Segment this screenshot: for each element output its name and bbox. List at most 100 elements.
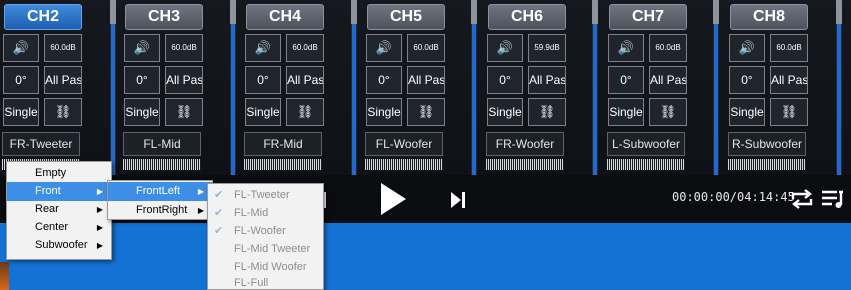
fader-knob[interactable] (592, 0, 598, 24)
fader-level (593, 24, 597, 175)
channel-fader[interactable] (471, 0, 477, 175)
phase-button[interactable]: 0° (124, 66, 160, 94)
fader-knob[interactable] (836, 0, 842, 24)
filter-button[interactable]: All Pass (407, 66, 445, 94)
mute-button[interactable]: 🔊 (487, 34, 523, 62)
menu-item-rear[interactable]: Rear ▶ (7, 200, 111, 219)
channel-header[interactable]: CH5 (367, 4, 445, 30)
menu-item-frontleft[interactable]: FrontLeft ▶ (108, 182, 212, 201)
channel-fader[interactable] (230, 0, 236, 175)
level-meter (607, 159, 685, 170)
filter-button[interactable]: All Pass (528, 66, 566, 94)
gain-value[interactable]: 59.9dB (528, 34, 566, 62)
link-button[interactable]: ⛓ (165, 98, 203, 126)
channel-header[interactable]: CH7 (609, 4, 687, 30)
fader-knob[interactable] (230, 0, 236, 24)
fader-knob[interactable] (351, 0, 357, 24)
phase-button[interactable]: 0° (245, 66, 281, 94)
phase-button[interactable]: 0° (608, 66, 644, 94)
menu-item-fl-mid-woofer[interactable]: FL-Mid Woofer (208, 258, 323, 277)
menu-item-center[interactable]: Center ▶ (7, 218, 111, 237)
phase-button[interactable]: 0° (366, 66, 402, 94)
menu-item-fl-mid[interactable]: ✔ FL-Mid (208, 204, 323, 223)
mode-button[interactable]: Single (487, 98, 523, 126)
speaker-assignment-button[interactable]: FL-Mid (123, 132, 201, 156)
mode-button[interactable]: Single (124, 98, 160, 126)
mute-button[interactable]: 🔊 (245, 34, 281, 62)
channel-header[interactable]: CH6 (488, 4, 566, 30)
mode-button[interactable]: Single (608, 98, 644, 126)
channel-header[interactable]: CH8 (730, 4, 808, 30)
fader-level (837, 24, 841, 175)
gain-value[interactable]: 60.0dB (165, 34, 203, 62)
submenu-arrow-icon: ▶ (96, 205, 103, 214)
link-button[interactable]: ⛓ (649, 98, 687, 126)
speaker-assignment-button[interactable]: FR-Woofer (486, 132, 564, 156)
level-meter (244, 159, 322, 170)
menu-item-fl-full[interactable]: FL-Full (208, 276, 323, 290)
speaker-assignment-button[interactable]: R-Subwoofer (728, 132, 806, 156)
link-button[interactable]: ⛓ (528, 98, 566, 126)
mute-button[interactable]: 🔊 (124, 34, 160, 62)
channel-fader[interactable] (592, 0, 598, 175)
fader-knob[interactable] (471, 0, 477, 24)
link-icon: ⛓ (780, 104, 798, 119)
speaker-assignment-button[interactable]: FR-Mid (244, 132, 322, 156)
link-button[interactable]: ⛓ (286, 98, 324, 126)
channel-header[interactable]: CH4 (246, 4, 324, 30)
fader-level (472, 24, 476, 175)
skip-back-icon[interactable] (322, 190, 336, 210)
channel-fader[interactable] (713, 0, 719, 175)
filter-button[interactable]: All Pass (44, 66, 82, 94)
menu-item-fl-mid-tweeter[interactable]: FL-Mid Tweeter (208, 240, 323, 259)
gain-value[interactable]: 60.0dB (649, 34, 687, 62)
filter-button[interactable]: All Pass (286, 66, 324, 94)
mute-button[interactable]: 🔊 (729, 34, 765, 62)
phase-button[interactable]: 0° (729, 66, 765, 94)
play-icon[interactable] (379, 182, 407, 216)
filter-button[interactable]: All Pass (649, 66, 687, 94)
menu-item-frontright[interactable]: FrontRight ▶ (108, 201, 212, 220)
gain-value[interactable]: 60.0dB (407, 34, 445, 62)
link-button[interactable]: ⛓ (770, 98, 808, 126)
link-icon: ⛓ (538, 104, 556, 119)
mode-button[interactable]: Single (366, 98, 402, 126)
menu-item-front[interactable]: Front ▶ (7, 182, 111, 201)
link-icon: ⛓ (54, 104, 72, 119)
fader-knob[interactable] (110, 0, 116, 24)
menu-item-fl-woofer[interactable]: ✔ FL-Woofer (208, 222, 323, 241)
filter-button[interactable]: All Pass (165, 66, 203, 94)
filter-button[interactable]: All Pass (770, 66, 808, 94)
channel-fader[interactable] (110, 0, 116, 175)
link-button[interactable]: ⛓ (44, 98, 82, 126)
fader-knob[interactable] (713, 0, 719, 24)
gain-value[interactable]: 60.0dB (770, 34, 808, 62)
speaker-assignment-button[interactable]: FR-Tweeter (2, 132, 80, 156)
mode-button[interactable]: Single (3, 98, 39, 126)
speaker-assignment-button[interactable]: FL-Woofer (365, 132, 443, 156)
channel-fader[interactable] (836, 0, 842, 175)
phase-button[interactable]: 0° (487, 66, 523, 94)
gain-value[interactable]: 60.0dB (286, 34, 324, 62)
check-icon: ✔ (214, 207, 224, 219)
playlist-icon[interactable] (821, 188, 847, 210)
menu-item-empty[interactable]: Empty (7, 164, 111, 183)
menu-item-fl-tweeter[interactable]: ✔ FL-Tweeter (208, 186, 323, 205)
link-button[interactable]: ⛓ (407, 98, 445, 126)
phase-button[interactable]: 0° (3, 66, 39, 94)
speaker-assignment-button[interactable]: L-Subwoofer (607, 132, 685, 156)
repeat-icon[interactable] (789, 188, 815, 210)
submenu-arrow-icon: ▶ (96, 223, 103, 232)
menu-item-subwoofer[interactable]: Subwoofer ▶ (7, 236, 111, 255)
channel-fader[interactable] (351, 0, 357, 175)
gain-value[interactable]: 60.0dB (44, 34, 82, 62)
channel-header[interactable]: CH3 (125, 4, 203, 30)
mute-button[interactable]: 🔊 (366, 34, 402, 62)
mute-button[interactable]: 🔊 (3, 34, 39, 62)
skip-next-icon[interactable] (450, 191, 466, 209)
channel-header[interactable]: CH2 (4, 4, 82, 30)
mute-button[interactable]: 🔊 (608, 34, 644, 62)
mode-button[interactable]: Single (245, 98, 281, 126)
mode-button[interactable]: Single (729, 98, 765, 126)
menu-item-label: Rear (35, 203, 59, 215)
